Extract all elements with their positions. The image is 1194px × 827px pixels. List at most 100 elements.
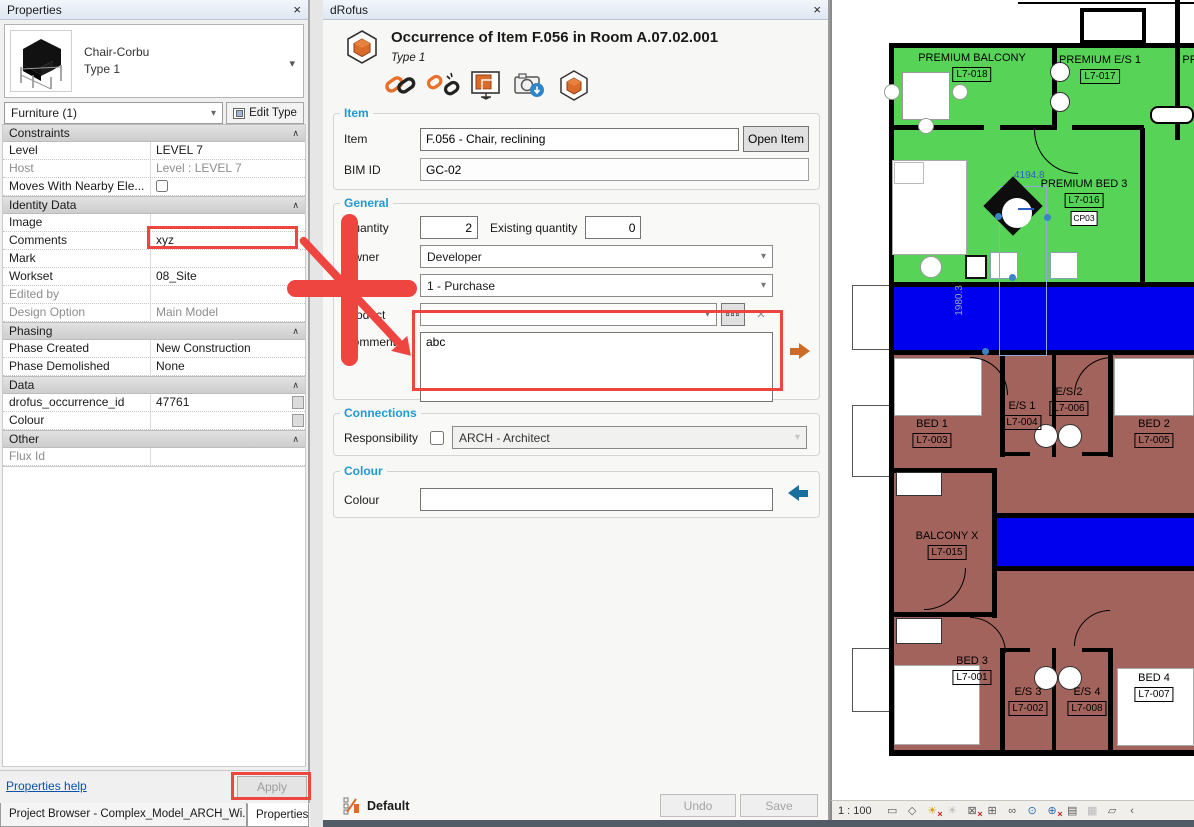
worksharing-display-icon[interactable]: ⊕ × xyxy=(1045,804,1063,819)
responsibility-label: Responsibility xyxy=(344,430,419,445)
temporary-hide-isolate-icon[interactable]: ∞ xyxy=(1005,805,1020,817)
drofus-title: dRofus xyxy=(330,2,369,17)
show-in-model-icon[interactable] xyxy=(469,68,503,102)
existing-quantity-input[interactable] xyxy=(585,216,642,239)
room-label: E/S 1 L7-004 xyxy=(1002,400,1042,430)
selection-handle[interactable] xyxy=(1009,274,1016,281)
row-level: Level LEVEL 7 xyxy=(3,142,305,160)
section-data[interactable]: Data ∧ xyxy=(3,376,305,394)
row-moves-with-nearby: Moves With Nearby Ele... xyxy=(3,178,305,196)
type-selector[interactable]: Chair-Corbu Type 1 ▾ xyxy=(4,24,304,98)
collapse-icon: ∧ xyxy=(292,127,299,138)
section-other[interactable]: Other ∧ xyxy=(3,430,305,448)
bim-object-icon[interactable] xyxy=(557,69,591,101)
collapse-icon: ∧ xyxy=(292,433,299,444)
chair-thumbnail xyxy=(10,30,72,92)
panel-tabs: Project Browser - Complex_Model_ARCH_Wi.… xyxy=(0,803,310,827)
moves-with-nearby-checkbox[interactable] xyxy=(156,180,168,192)
crop-view-icon[interactable]: ⊠ × xyxy=(965,804,983,819)
room-label: PREMIUM BALCONY L7-018 xyxy=(918,52,1026,82)
close-icon[interactable]: × xyxy=(293,2,301,17)
toilet xyxy=(1058,424,1082,448)
bathtub xyxy=(1150,106,1194,124)
save-button[interactable]: Save xyxy=(740,794,818,817)
scale-control[interactable]: 1 : 100 xyxy=(838,805,872,817)
reveal-hidden-icon[interactable]: ⊙ xyxy=(1025,804,1040,817)
analytical-model-icon[interactable]: ▦ xyxy=(1085,804,1100,817)
row-mark: Mark xyxy=(3,250,305,268)
row-design-option: Design Option Main Model xyxy=(3,304,305,322)
colour-input[interactable] xyxy=(420,488,773,511)
selection-handle[interactable] xyxy=(982,348,989,355)
section-constraints[interactable]: Constraints ∧ xyxy=(3,124,305,142)
shadows-icon[interactable]: ☀ xyxy=(945,804,960,817)
bed xyxy=(1114,358,1194,416)
edit-type-icon xyxy=(233,107,246,119)
tab-project-browser[interactable]: Project Browser - Complex_Model_ARCH_Wi.… xyxy=(0,803,247,827)
row-edited-by: Edited by xyxy=(3,286,305,304)
dimension-text-vertical: 1980.3 xyxy=(953,285,965,316)
apply-button[interactable]: Apply xyxy=(237,776,307,798)
browse-button[interactable] xyxy=(292,414,304,427)
sun-path-icon[interactable]: ☀ × xyxy=(925,804,942,819)
room-label: E/S 2 L7-006 xyxy=(1049,386,1089,416)
row-comments: Comments xyz xyxy=(3,232,305,250)
row-colour: Colour xyxy=(3,412,305,430)
balcony-chair xyxy=(884,84,900,100)
browse-button[interactable] xyxy=(292,396,304,409)
row-flux-id: Flux Id xyxy=(3,448,305,466)
detail-level-icon[interactable]: ◇ xyxy=(905,804,920,817)
quantity-label: Quantity xyxy=(344,220,389,235)
tag-cp03: CP03 xyxy=(1070,211,1098,226)
wardrobe xyxy=(896,472,942,496)
tab-properties[interactable]: Properties xyxy=(247,803,309,827)
product-select[interactable] xyxy=(420,303,717,326)
properties-help-link[interactable]: Properties help xyxy=(6,779,87,793)
collapse-icon: ∧ xyxy=(292,325,299,336)
open-item-button[interactable]: Open Item xyxy=(743,126,809,152)
link-icon[interactable] xyxy=(383,70,417,100)
drofus-panel: dRofus × Occurrence of Item F.056 in Roo… xyxy=(323,0,830,820)
close-icon[interactable]: × xyxy=(813,2,821,17)
selection-handle[interactable] xyxy=(995,213,1002,220)
priority-select[interactable]: 1 - Purchase xyxy=(420,274,773,297)
sync-right-arrow-icon xyxy=(790,343,810,359)
edit-type-button[interactable]: Edit Type xyxy=(226,102,304,124)
show-crop-region-icon[interactable]: ⊞ xyxy=(985,804,1000,817)
comment-textarea[interactable]: abc xyxy=(420,332,773,402)
bim-id-input[interactable] xyxy=(420,158,809,181)
section-identity-data[interactable]: Identity Data ∧ xyxy=(3,196,305,214)
item-label: Item xyxy=(344,132,368,146)
reveal-constraints-icon[interactable]: ▱ xyxy=(1105,804,1120,817)
item-input[interactable] xyxy=(420,127,739,151)
floor-plan-view[interactable]: 4194.8 1980.3 PREMIUM BALCONY L7-018 PREM… xyxy=(830,0,1194,800)
panel-gap xyxy=(310,0,323,827)
unlink-icon[interactable] xyxy=(427,70,461,100)
responsibility-checkbox[interactable] xyxy=(430,430,444,445)
row-phase-demolished: Phase Demolished None xyxy=(3,358,305,376)
stool xyxy=(1050,252,1078,279)
external-balcony xyxy=(852,648,890,712)
camera-sync-icon[interactable] xyxy=(513,70,547,100)
chevron-left-icon[interactable]: ‹ xyxy=(1125,805,1140,817)
product-browse-button[interactable]: ▫▫▫ xyxy=(721,303,745,326)
type-name: Type 1 xyxy=(84,62,121,76)
drofus-titlebar[interactable]: dRofus × xyxy=(323,0,828,20)
wardrobe xyxy=(896,618,942,644)
empty-grid-area xyxy=(2,467,306,767)
chevron-down-icon[interactable]: ▾ xyxy=(289,57,295,70)
undo-button[interactable]: Undo xyxy=(660,794,736,817)
product-clear-button[interactable]: × xyxy=(749,303,773,326)
chair-seat xyxy=(1002,198,1032,228)
temporary-view-properties-icon[interactable]: ▤ xyxy=(1065,804,1080,817)
properties-titlebar[interactable]: Properties × xyxy=(0,0,308,20)
family-name: Chair-Corbu xyxy=(84,45,150,59)
element-filter-select[interactable]: Furniture (1) xyxy=(4,102,223,124)
visual-style-icon[interactable]: ▭ xyxy=(885,804,900,817)
colour-section: Colour Colour xyxy=(333,464,820,518)
quantity-input[interactable] xyxy=(420,216,478,239)
properties-footer: Properties help Apply xyxy=(0,770,308,803)
section-phasing[interactable]: Phasing ∧ xyxy=(3,322,305,340)
toilet xyxy=(1050,92,1070,112)
owner-select[interactable]: Developer xyxy=(420,245,773,268)
